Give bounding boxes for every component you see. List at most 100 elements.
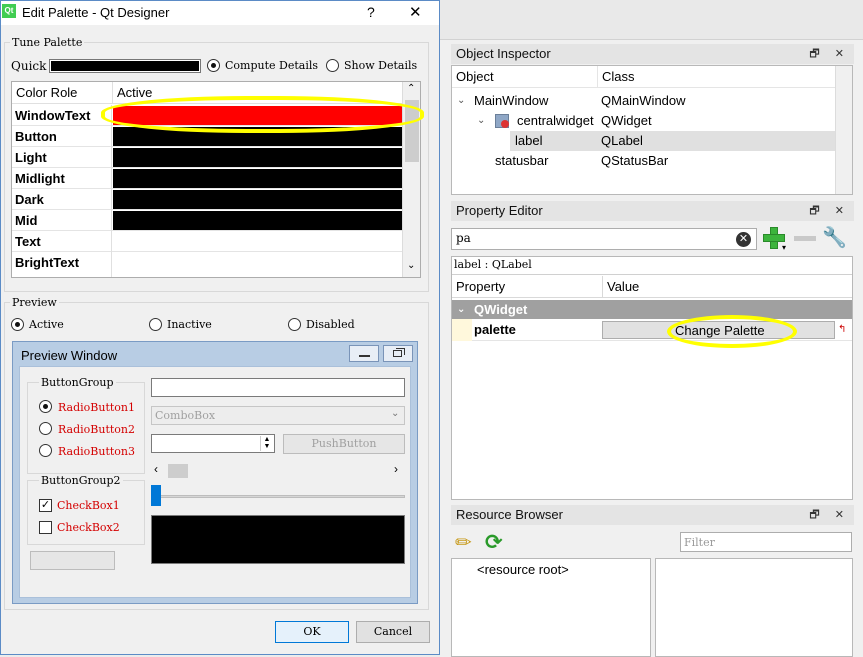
expand-chevron-icon[interactable]: ⌄ — [457, 91, 465, 111]
help-icon[interactable]: ? — [367, 4, 375, 20]
preview-active-radio[interactable] — [11, 318, 24, 331]
resource-root-item[interactable]: <resource root> — [477, 562, 569, 577]
remove-property-icon[interactable] — [794, 236, 816, 241]
spin-arrows-icon[interactable]: ▲ ▼ — [260, 436, 273, 451]
scroll-left-icon[interactable]: ‹ — [154, 462, 158, 476]
object-inspector-tree[interactable]: Object Class ⌄ MainWindow QMainWindow ⌄ … — [451, 65, 853, 195]
color-swatch[interactable] — [113, 253, 402, 272]
push-button[interactable]: PushButton — [283, 434, 405, 454]
color-swatch[interactable] — [113, 169, 402, 188]
preview-disabled-radio[interactable] — [288, 318, 301, 331]
radio-button-3-label[interactable]: RadioButton3 — [58, 445, 135, 458]
color-swatch[interactable] — [113, 190, 402, 209]
color-row-midlight[interactable]: Midlight — [12, 168, 402, 189]
checkbox-2-label[interactable]: CheckBox2 — [57, 521, 120, 534]
section-label: QWidget — [474, 302, 528, 317]
radio-button-1[interactable] — [39, 400, 52, 413]
header-object[interactable]: Object — [456, 66, 494, 88]
role-name: BrightText — [15, 255, 80, 270]
dock-float-close-icons[interactable]: 🗗 ✕ — [809, 201, 850, 221]
expand-chevron-icon[interactable]: ⌄ — [477, 111, 485, 131]
restore-icon[interactable] — [383, 345, 413, 362]
slider-track[interactable] — [151, 495, 405, 498]
header-property[interactable]: Property — [456, 276, 505, 298]
ok-button[interactable]: OK — [275, 621, 349, 643]
tree-object-name: MainWindow — [474, 93, 549, 108]
spin-box[interactable]: ▲ ▼ — [151, 434, 275, 453]
object-inspector-scrollbar[interactable] — [835, 66, 852, 194]
property-filter-input[interactable]: pa ✕ — [451, 228, 757, 250]
tree-row-statusbar[interactable]: statusbar QStatusBar — [452, 151, 835, 171]
object-inspector-title-text: Object Inspector — [456, 46, 551, 61]
object-label: label : QLabel — [452, 257, 852, 275]
line-edit[interactable] — [151, 378, 405, 397]
color-row-light[interactable]: Light — [12, 147, 402, 168]
show-details-label[interactable]: Show Details — [344, 59, 417, 72]
section-qwidget[interactable]: ⌄ QWidget — [452, 300, 852, 319]
combo-box[interactable]: ComboBox ⌄ — [151, 406, 405, 425]
tree-row-label[interactable]: label QLabel — [510, 131, 835, 151]
add-property-icon[interactable]: ▾ — [762, 226, 786, 252]
compute-details-radio[interactable] — [207, 59, 220, 72]
reset-property-icon[interactable]: ↰ — [838, 322, 850, 338]
chevron-down-icon[interactable]: ⌄ — [391, 408, 399, 419]
disabled-button[interactable] — [30, 551, 115, 570]
horizontal-scrollbar[interactable]: ‹ › — [151, 462, 405, 479]
object-inspector-header: Object Class — [452, 66, 835, 88]
color-row-text[interactable]: Text — [12, 231, 402, 252]
radio-button-2[interactable] — [39, 422, 52, 435]
dock-float-close-icons[interactable]: 🗗 ✕ — [809, 505, 850, 525]
collapse-chevron-icon[interactable]: ⌄ — [457, 300, 465, 319]
cancel-button[interactable]: Cancel — [356, 621, 430, 643]
color-row-dark[interactable]: Dark — [12, 189, 402, 210]
minimize-icon[interactable] — [349, 345, 379, 362]
scroll-thumb[interactable] — [168, 464, 188, 478]
header-value[interactable]: Value — [602, 276, 639, 298]
preview-window: Preview Window ButtonGroup RadioButton1 … — [12, 341, 418, 604]
resource-tree[interactable]: <resource root> — [451, 558, 651, 657]
quick-color-button[interactable] — [49, 59, 201, 73]
text-area[interactable] — [151, 515, 405, 564]
scroll-right-icon[interactable]: › — [394, 462, 398, 476]
edit-resources-icon[interactable]: ✏ — [455, 530, 479, 554]
radio-button-2-label[interactable]: RadioButton2 — [58, 423, 135, 436]
role-name: WindowText — [15, 108, 91, 123]
tree-class-name: QStatusBar — [601, 153, 669, 168]
checkbox-2[interactable] — [39, 521, 52, 534]
tree-object-name: statusbar — [495, 153, 549, 168]
combo-box-label: ComboBox — [155, 409, 216, 422]
preview-active-label[interactable]: Active — [29, 318, 64, 331]
dock-float-close-icons[interactable]: 🗗 ✕ — [809, 44, 850, 64]
checkbox-1-label[interactable]: CheckBox1 — [57, 499, 120, 512]
header-class[interactable]: Class — [597, 66, 635, 88]
property-editor-table[interactable]: label : QLabel Property Value ⌄ QWidget … — [451, 256, 853, 500]
color-swatch[interactable] — [113, 232, 402, 251]
slider-handle[interactable] — [151, 485, 161, 506]
color-swatch[interactable] — [113, 211, 402, 230]
preview-inactive-radio[interactable] — [149, 318, 162, 331]
tree-row-mainwindow[interactable]: ⌄ MainWindow QMainWindow — [452, 91, 835, 111]
row-marker — [452, 319, 472, 341]
color-swatch[interactable] — [113, 148, 402, 167]
compute-details-label[interactable]: Compute Details — [225, 59, 318, 72]
property-editor-title-text: Property Editor — [456, 203, 543, 218]
radio-button-3[interactable] — [39, 444, 52, 457]
wrench-icon[interactable]: 🔧 — [822, 225, 848, 251]
preview-disabled-label[interactable]: Disabled — [306, 318, 355, 331]
scroll-down-icon[interactable]: ⌄ — [407, 260, 415, 271]
color-row-brighttext[interactable]: BrightText — [12, 252, 402, 273]
color-row-mid[interactable]: Mid — [12, 210, 402, 231]
clear-filter-icon[interactable]: ✕ — [736, 232, 751, 247]
scroll-up-icon[interactable]: ⌃ — [407, 83, 415, 94]
tree-row-centralwidget[interactable]: ⌄ centralwidget QWidget — [452, 111, 835, 131]
checkbox-1[interactable]: ✓ — [39, 499, 52, 512]
resource-filter-input[interactable]: Filter — [680, 532, 852, 552]
preview-inactive-label[interactable]: Inactive — [167, 318, 212, 331]
resource-list[interactable] — [655, 558, 853, 657]
radio-button-1-label[interactable]: RadioButton1 — [58, 401, 135, 414]
role-name: Midlight — [15, 171, 65, 186]
show-details-radio[interactable] — [326, 59, 339, 72]
reload-icon[interactable]: ⟳ — [485, 530, 509, 554]
close-icon[interactable]: ✕ — [409, 3, 422, 21]
header-color-role[interactable]: Color Role — [16, 85, 77, 100]
